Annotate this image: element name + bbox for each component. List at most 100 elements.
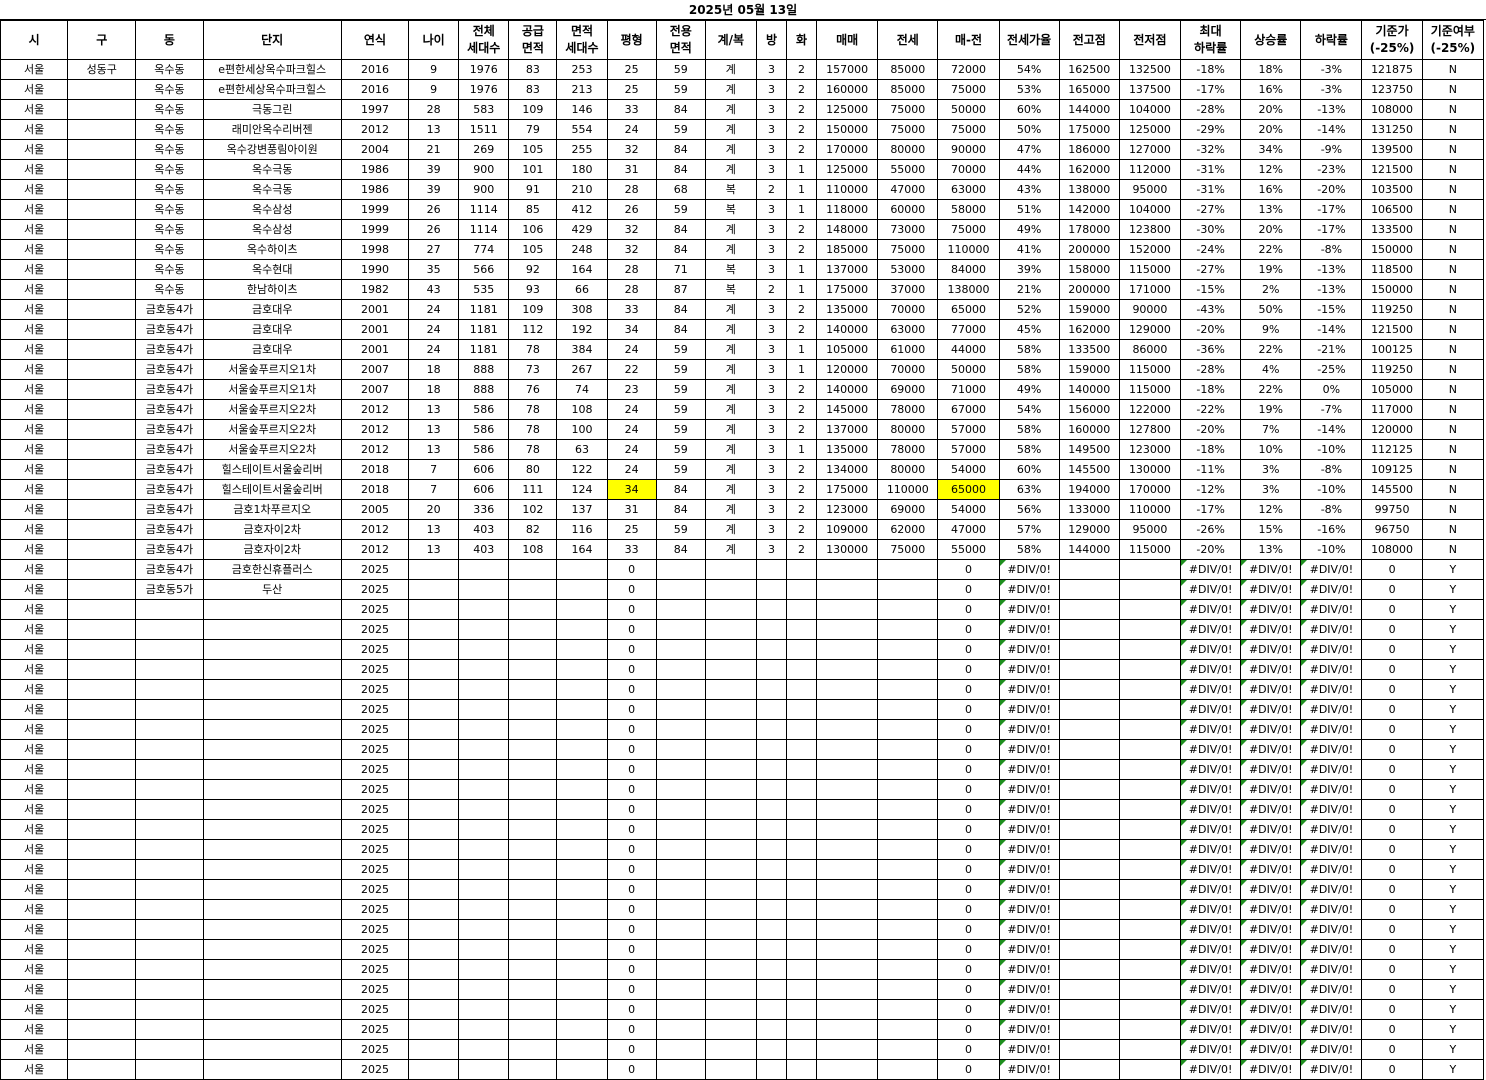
- cell-baths[interactable]: 2: [785, 399, 818, 420]
- cell-supply_area[interactable]: [508, 599, 558, 620]
- cell-supply_area[interactable]: 78: [508, 439, 558, 460]
- cell-max_drop[interactable]: #DIV/0!: [1180, 899, 1242, 920]
- cell-year[interactable]: 2018: [340, 479, 410, 500]
- cell-low[interactable]: [1118, 659, 1182, 680]
- cell-pyeong[interactable]: 25: [606, 519, 657, 540]
- cell-fall[interactable]: -23%: [1300, 159, 1363, 180]
- cell-fall[interactable]: #DIV/0!: [1300, 959, 1363, 980]
- cell-rooms[interactable]: [755, 799, 788, 820]
- cell-stair[interactable]: [704, 919, 757, 940]
- cell-base_flag[interactable]: Y: [1421, 919, 1485, 940]
- cell-year[interactable]: 2025: [340, 979, 410, 1000]
- cell-baths[interactable]: [785, 799, 818, 820]
- cell-age[interactable]: [408, 979, 460, 1000]
- cell-low[interactable]: 104000: [1118, 99, 1182, 120]
- cell-supply_area[interactable]: [508, 819, 558, 840]
- cell-supply_area[interactable]: [508, 699, 558, 720]
- cell-excl_area[interactable]: 59: [655, 439, 706, 460]
- cell-supply_area[interactable]: [508, 919, 558, 940]
- cell-low[interactable]: 115000: [1118, 379, 1182, 400]
- cell-si[interactable]: 서울: [0, 359, 69, 380]
- cell-area_units[interactable]: [556, 1039, 608, 1060]
- cell-stair[interactable]: [704, 639, 757, 660]
- cell-rise[interactable]: #DIV/0!: [1240, 799, 1302, 820]
- cell-rooms[interactable]: [755, 619, 788, 640]
- cell-supply_area[interactable]: [508, 659, 558, 680]
- cell-si[interactable]: 서울: [0, 859, 69, 880]
- cell-excl_area[interactable]: [655, 939, 706, 960]
- cell-rise[interactable]: #DIV/0!: [1240, 839, 1302, 860]
- cell-total_units[interactable]: 888: [458, 359, 510, 380]
- cell-fall[interactable]: -8%: [1300, 239, 1363, 260]
- cell-year[interactable]: 2012: [340, 419, 410, 440]
- cell-year[interactable]: 2012: [340, 119, 410, 140]
- cell-low[interactable]: 127800: [1118, 419, 1182, 440]
- cell-year[interactable]: 2025: [340, 999, 410, 1020]
- cell-pyeong[interactable]: 24: [606, 439, 657, 460]
- cell-danji[interactable]: 금호대우: [202, 339, 342, 360]
- cell-baths[interactable]: 2: [785, 319, 818, 340]
- cell-high[interactable]: [1058, 579, 1120, 600]
- cell-high[interactable]: [1058, 999, 1120, 1020]
- cell-low[interactable]: 115000: [1118, 259, 1182, 280]
- cell-supply_area[interactable]: [508, 799, 558, 820]
- cell-base_flag[interactable]: Y: [1421, 839, 1485, 860]
- cell-excl_area[interactable]: [655, 599, 706, 620]
- cell-sale[interactable]: [816, 979, 879, 1000]
- cell-gap[interactable]: 75000: [937, 219, 1000, 240]
- cell-stair[interactable]: [704, 939, 757, 960]
- cell-gap[interactable]: 77000: [937, 319, 1000, 340]
- cell-low[interactable]: [1118, 739, 1182, 760]
- cell-base[interactable]: 123750: [1361, 79, 1423, 100]
- cell-jeonse[interactable]: [877, 639, 939, 660]
- cell-fall[interactable]: #DIV/0!: [1300, 579, 1363, 600]
- cell-total_units[interactable]: [458, 1059, 510, 1080]
- cell-gu[interactable]: [67, 459, 137, 480]
- cell-age[interactable]: 13: [408, 119, 460, 140]
- cell-base_flag[interactable]: Y: [1421, 679, 1485, 700]
- cell-stair[interactable]: [704, 759, 757, 780]
- cell-rooms[interactable]: 3: [755, 519, 788, 540]
- cell-area_units[interactable]: [556, 959, 608, 980]
- cell-excl_area[interactable]: 59: [655, 79, 706, 100]
- cell-max_drop[interactable]: #DIV/0!: [1180, 639, 1242, 660]
- cell-age[interactable]: [408, 699, 460, 720]
- cell-age[interactable]: [408, 959, 460, 980]
- cell-baths[interactable]: 2: [785, 379, 818, 400]
- cell-gap[interactable]: 0: [937, 639, 1000, 660]
- cell-excl_area[interactable]: [655, 879, 706, 900]
- cell-dong[interactable]: [135, 759, 204, 780]
- cell-pyeong[interactable]: 25: [606, 59, 657, 80]
- cell-excl_area[interactable]: [655, 899, 706, 920]
- cell-supply_area[interactable]: [508, 779, 558, 800]
- cell-stair[interactable]: [704, 679, 757, 700]
- cell-high[interactable]: 156000: [1058, 399, 1120, 420]
- cell-fall[interactable]: -21%: [1300, 339, 1363, 360]
- cell-supply_area[interactable]: 83: [508, 79, 558, 100]
- cell-excl_area[interactable]: 84: [655, 139, 706, 160]
- cell-area_units[interactable]: 74: [556, 379, 608, 400]
- cell-gap[interactable]: 0: [937, 919, 1000, 940]
- cell-pyeong[interactable]: 0: [606, 1019, 657, 1040]
- cell-base_flag[interactable]: N: [1421, 319, 1485, 340]
- cell-excl_area[interactable]: [655, 699, 706, 720]
- cell-fall[interactable]: -9%: [1300, 139, 1363, 160]
- cell-supply_area[interactable]: [508, 1019, 558, 1040]
- cell-ratio[interactable]: 56%: [998, 499, 1060, 520]
- cell-excl_area[interactable]: [655, 679, 706, 700]
- cell-gap[interactable]: 0: [937, 779, 1000, 800]
- cell-supply_area[interactable]: 92: [508, 259, 558, 280]
- cell-baths[interactable]: 2: [785, 459, 818, 480]
- cell-low[interactable]: [1118, 699, 1182, 720]
- cell-area_units[interactable]: [556, 739, 608, 760]
- cell-sale[interactable]: [816, 1019, 879, 1040]
- cell-stair[interactable]: 복: [704, 259, 757, 280]
- cell-stair[interactable]: 계: [704, 419, 757, 440]
- cell-stair[interactable]: [704, 739, 757, 760]
- cell-high[interactable]: 165000: [1058, 79, 1120, 100]
- cell-high[interactable]: 140000: [1058, 379, 1120, 400]
- cell-danji[interactable]: 옥수하이츠: [202, 239, 342, 260]
- cell-fall[interactable]: -3%: [1300, 59, 1363, 80]
- cell-base_flag[interactable]: N: [1421, 59, 1485, 80]
- cell-gu[interactable]: [67, 1039, 137, 1060]
